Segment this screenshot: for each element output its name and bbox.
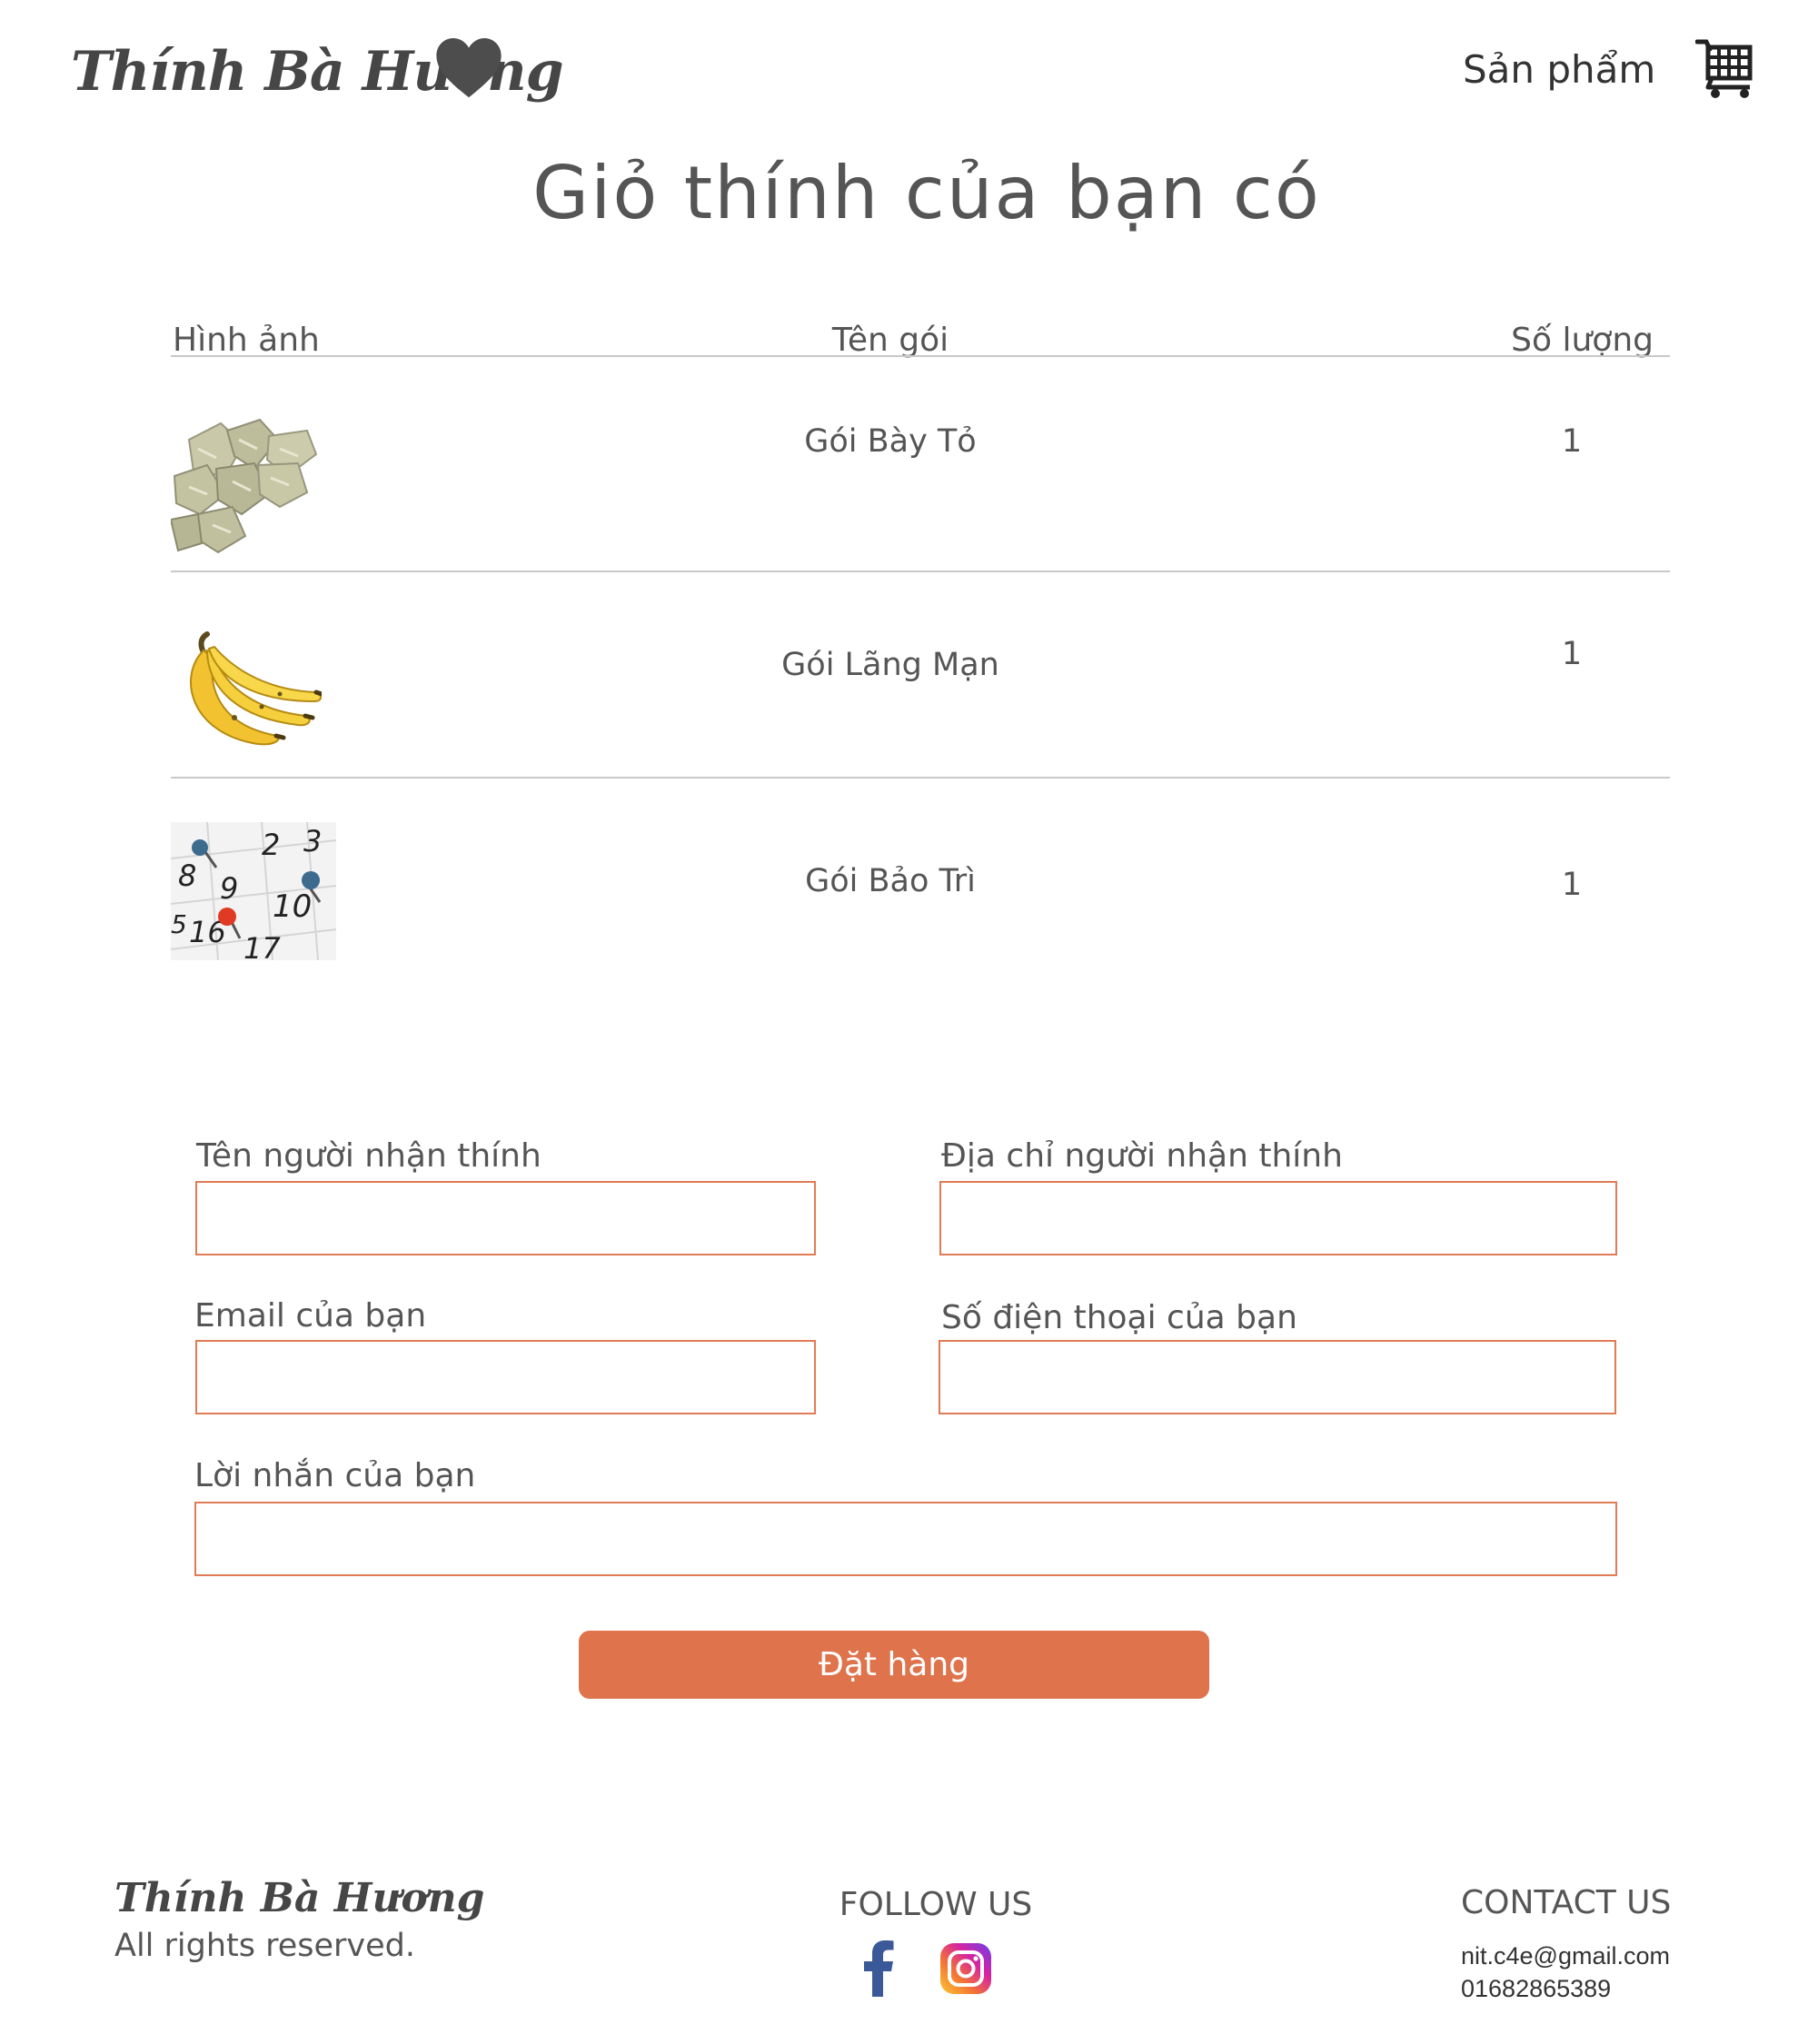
phone-label: Số điện thoại của bạn (941, 1299, 1297, 1336)
cart-item-quantity: 1 (1561, 867, 1583, 903)
row-divider (171, 571, 1670, 572)
table-header-divider (171, 355, 1670, 357)
cart-icon[interactable] (1695, 36, 1755, 100)
footer-rights: All rights reserved. (114, 1928, 416, 1964)
recipient-address-input[interactable] (939, 1181, 1617, 1255)
recipient-name-input[interactable] (195, 1181, 816, 1255)
cart-item-quantity: 1 (1561, 636, 1583, 672)
facebook-icon[interactable] (852, 1939, 907, 1997)
email-label: Email của bạn (194, 1297, 427, 1335)
packets-image (171, 418, 318, 554)
svg-text:9: 9 (220, 871, 238, 906)
nav-products-link[interactable]: Sản phẩm (1463, 47, 1655, 92)
svg-text:10: 10 (273, 888, 312, 925)
email-input[interactable] (195, 1340, 816, 1414)
svg-text:2: 2 (262, 828, 280, 862)
footer-follow-us: FOLLOW US (839, 1886, 1033, 1923)
cart-item-name: Gói Bảo Trì (805, 863, 976, 899)
place-order-button[interactable]: Đặt hàng (579, 1631, 1209, 1699)
column-header-image: Hình ảnh (173, 322, 320, 359)
heart-icon (436, 37, 502, 98)
recipient-address-label: Địa chỉ người nhận thính (941, 1137, 1343, 1175)
message-input[interactable] (194, 1502, 1617, 1576)
footer-contact-us: CONTACT US (1461, 1884, 1672, 1921)
column-header-name: Tên gói (831, 322, 949, 359)
banana-image (190, 631, 322, 746)
instagram-icon[interactable] (939, 1942, 992, 1995)
cart-item-quantity: 1 (1561, 423, 1583, 460)
row-divider (171, 777, 1670, 779)
svg-text:8: 8 (178, 858, 196, 893)
svg-text:3: 3 (303, 824, 322, 858)
calendar-image: 2 3 8 9 10 16 17 5 (171, 822, 336, 960)
cart-item-name: Gói Lãng Mạn (781, 647, 999, 683)
column-header-quantity: Số lượng (1511, 322, 1654, 359)
svg-text:5: 5 (171, 909, 187, 939)
page-title: Giỏ thính của bạn có (532, 151, 1321, 235)
footer-logo: Thính Bà Hương (114, 1875, 485, 1921)
message-label: Lời nhắn của bạn (194, 1457, 476, 1494)
footer-phone: 01682865389 (1461, 1975, 1612, 2002)
cart-item-name: Gói Bày Tỏ (804, 423, 977, 460)
recipient-name-label: Tên người nhận thính (196, 1137, 541, 1175)
svg-text:17: 17 (243, 931, 281, 960)
phone-input[interactable] (939, 1340, 1616, 1414)
footer-email[interactable]: nit.c4e@gmail.com (1461, 1942, 1670, 1970)
